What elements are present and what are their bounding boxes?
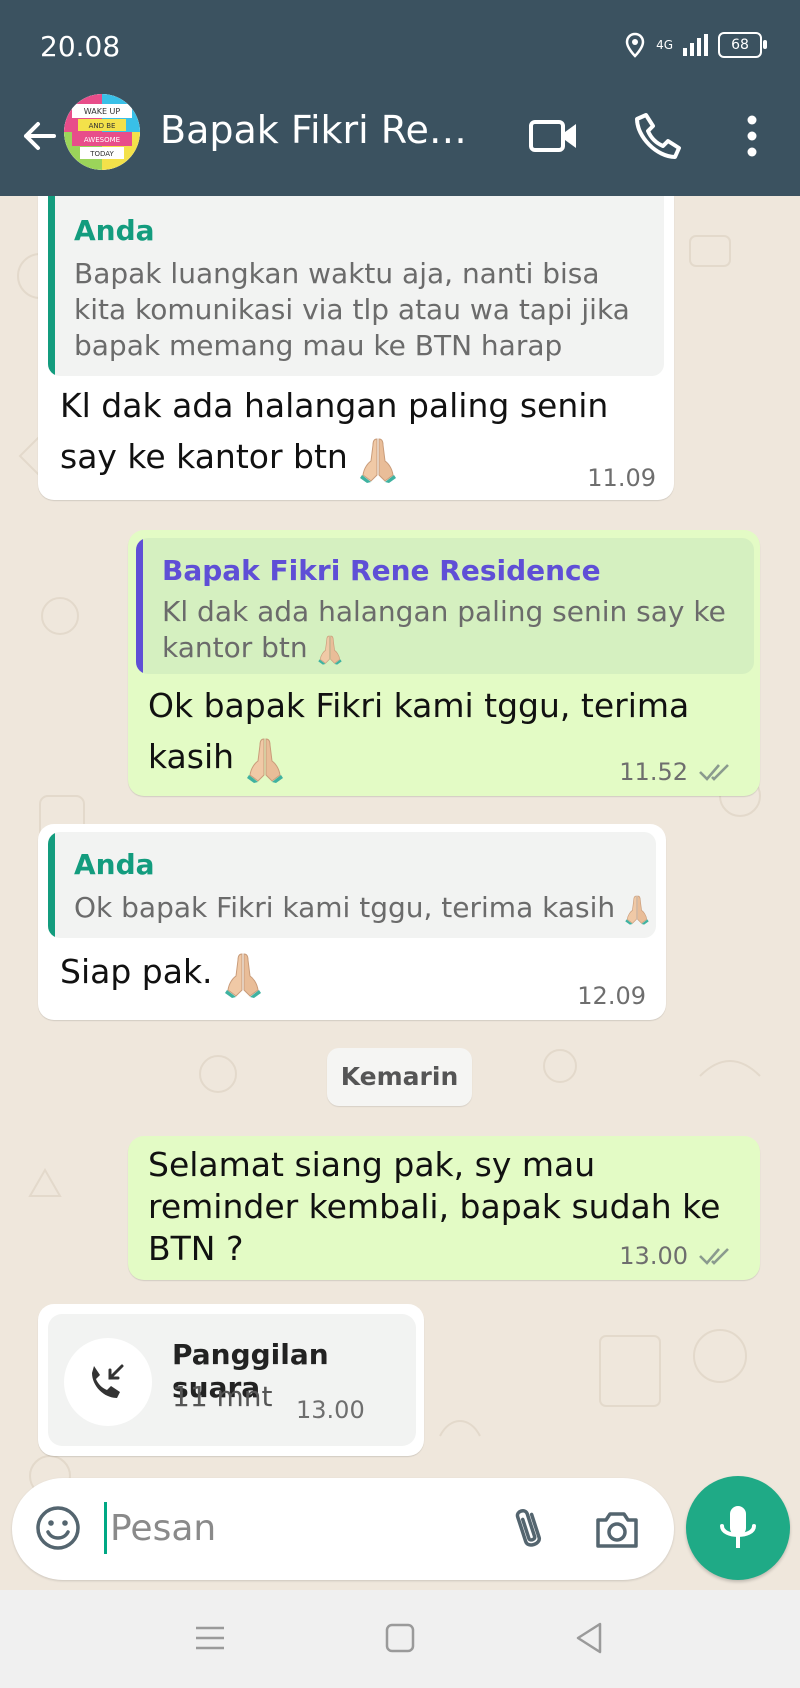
pray-emoji-icon xyxy=(624,893,650,925)
video-call-icon[interactable] xyxy=(528,110,580,162)
call-time: 13.00 xyxy=(296,1396,365,1424)
network-type: 4G xyxy=(656,38,673,52)
quote-text: Ok bapak Fikri kami tggu, terima kasih xyxy=(74,890,638,926)
battery-level: 68 xyxy=(731,37,749,53)
message-time: 12.09 xyxy=(577,982,646,1010)
message-text: Siap pak. xyxy=(60,946,460,998)
quote-sender: Anda xyxy=(74,214,155,247)
emoji-icon[interactable] xyxy=(34,1504,82,1552)
pray-emoji-icon xyxy=(358,435,398,483)
double-check-icon xyxy=(698,760,738,784)
incoming-call-icon xyxy=(92,1364,124,1398)
avatar-text-2: AND BE xyxy=(89,122,116,130)
call-duration: 11 mnt xyxy=(172,1380,273,1413)
quoted-message[interactable]: Bapak Fikri Rene Residence Kl dak ada ha… xyxy=(136,538,754,674)
phone-call-icon[interactable] xyxy=(632,110,684,162)
back-nav-icon[interactable] xyxy=(570,1618,610,1658)
call-icon-circle xyxy=(64,1338,152,1426)
quote-sender: Bapak Fikri Rene Residence xyxy=(162,554,601,587)
message-text: Kl dak ada halangan paling senin say ke … xyxy=(60,380,660,483)
location-icon xyxy=(625,32,645,58)
avatar-text-1: WAKE UP xyxy=(84,107,121,116)
voice-record-button[interactable] xyxy=(686,1476,790,1580)
more-options-icon[interactable] xyxy=(726,110,778,162)
voice-call-card[interactable]: Panggilan suara 11 mnt 13.00 xyxy=(48,1314,416,1446)
incoming-message[interactable]: Anda Ok bapak Fikri kami tggu, terima ka… xyxy=(38,824,666,1020)
mic-icon xyxy=(720,1506,756,1548)
home-nav-icon[interactable] xyxy=(380,1618,420,1658)
quote-sender: Anda xyxy=(74,848,155,881)
attach-icon[interactable] xyxy=(504,1502,554,1556)
quote-text: Kl dak ada halangan paling senin say ke … xyxy=(162,595,726,665)
outgoing-message[interactable]: Bapak Fikri Rene Residence Kl dak ada ha… xyxy=(128,530,760,796)
pray-emoji-icon xyxy=(245,735,285,783)
incoming-message[interactable]: Anda Bapak luangkan waktu aja, nanti bis… xyxy=(38,196,674,500)
status-icons: 4G 68 xyxy=(624,32,767,58)
quoted-message[interactable]: Anda Ok bapak Fikri kami tggu, terima ka… xyxy=(48,832,656,938)
date-divider: Kemarin xyxy=(327,1048,472,1106)
system-nav-bar xyxy=(0,1590,800,1688)
avatar-text-4: TODAY xyxy=(89,150,114,158)
pray-emoji-icon xyxy=(317,633,343,665)
back-arrow-icon[interactable] xyxy=(18,114,62,158)
pray-emoji-icon xyxy=(223,950,263,998)
quoted-message[interactable]: Anda Bapak luangkan waktu aja, nanti bis… xyxy=(48,196,664,376)
outgoing-message[interactable]: Selamat siang pak, sy mau reminder kemba… xyxy=(128,1136,760,1280)
message-input[interactable] xyxy=(110,1496,490,1560)
contact-name[interactable]: Bapak Fikri Rene… xyxy=(160,108,490,152)
message-time: 13.00 xyxy=(619,1242,688,1270)
text-cursor xyxy=(104,1502,107,1554)
double-check-icon xyxy=(698,1244,738,1268)
chat-area[interactable]: Anda Bapak luangkan waktu aja, nanti bis… xyxy=(0,196,800,1586)
menu-nav-icon[interactable] xyxy=(190,1618,230,1658)
message-time: 11.52 xyxy=(619,758,688,786)
camera-icon[interactable] xyxy=(592,1504,642,1554)
chat-header: 20.08 4G 68 WAKE UP AND BE AWESOME TODAY… xyxy=(0,0,800,196)
avatar-text-3: AWESOME xyxy=(84,136,120,144)
status-time: 20.08 xyxy=(40,30,121,63)
message-time: 11.09 xyxy=(587,464,656,492)
quote-text: Bapak luangkan waktu aja, nanti bisa kit… xyxy=(74,257,630,362)
message-composer xyxy=(12,1478,674,1580)
avatar[interactable]: WAKE UP AND BE AWESOME TODAY xyxy=(64,94,140,170)
battery-icon: 68 xyxy=(718,32,767,58)
signal-icon xyxy=(683,34,708,56)
